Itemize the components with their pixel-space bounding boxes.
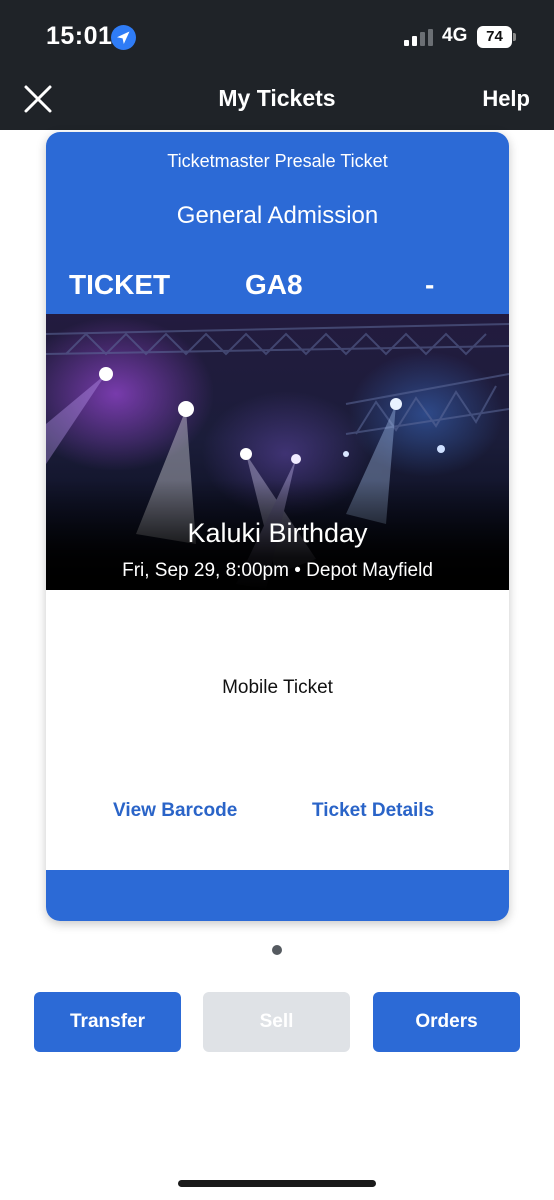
app-header: 15:01 4G 74 My Tickets Help [0,0,554,130]
section-label: GA8 [245,269,303,300]
event-date-venue: Fri, Sep 29, 8:00pm • Depot Mayfield [122,560,433,581]
battery-icon: 74 [477,26,517,48]
ticket-card-footer [46,870,509,921]
ticket-details-link[interactable]: Ticket Details [312,800,434,822]
ticket-card-header: Ticketmaster Presale Ticket General Admi… [46,132,509,314]
view-barcode-link[interactable]: View Barcode [113,800,237,822]
location-arrow-icon [111,25,136,50]
status-time: 15:01 [46,22,113,50]
mobile-ticket-label: Mobile Ticket [222,677,333,698]
pagination-dot[interactable] [272,945,282,955]
admission-type: General Admission [176,202,379,229]
cellular-signal-icon [404,29,433,46]
help-button[interactable]: Help [482,86,530,112]
event-name: Kaluki Birthday [187,518,368,548]
battery-level: 74 [477,26,512,48]
page-title: My Tickets [218,85,336,111]
orders-button[interactable]: Orders [373,992,520,1052]
home-indicator[interactable] [178,1180,376,1187]
ticket-card[interactable]: Ticketmaster Presale Ticket General Admi… [46,132,509,921]
ticket-label: TICKET [69,269,171,300]
sell-button[interactable]: Sell [203,992,350,1052]
battery-tip [513,33,516,41]
transfer-button[interactable]: Transfer [34,992,181,1052]
presale-label: Ticketmaster Presale Ticket [167,151,388,171]
close-icon[interactable] [22,83,54,115]
seat-label: - [425,269,435,300]
network-type: 4G [442,25,468,46]
